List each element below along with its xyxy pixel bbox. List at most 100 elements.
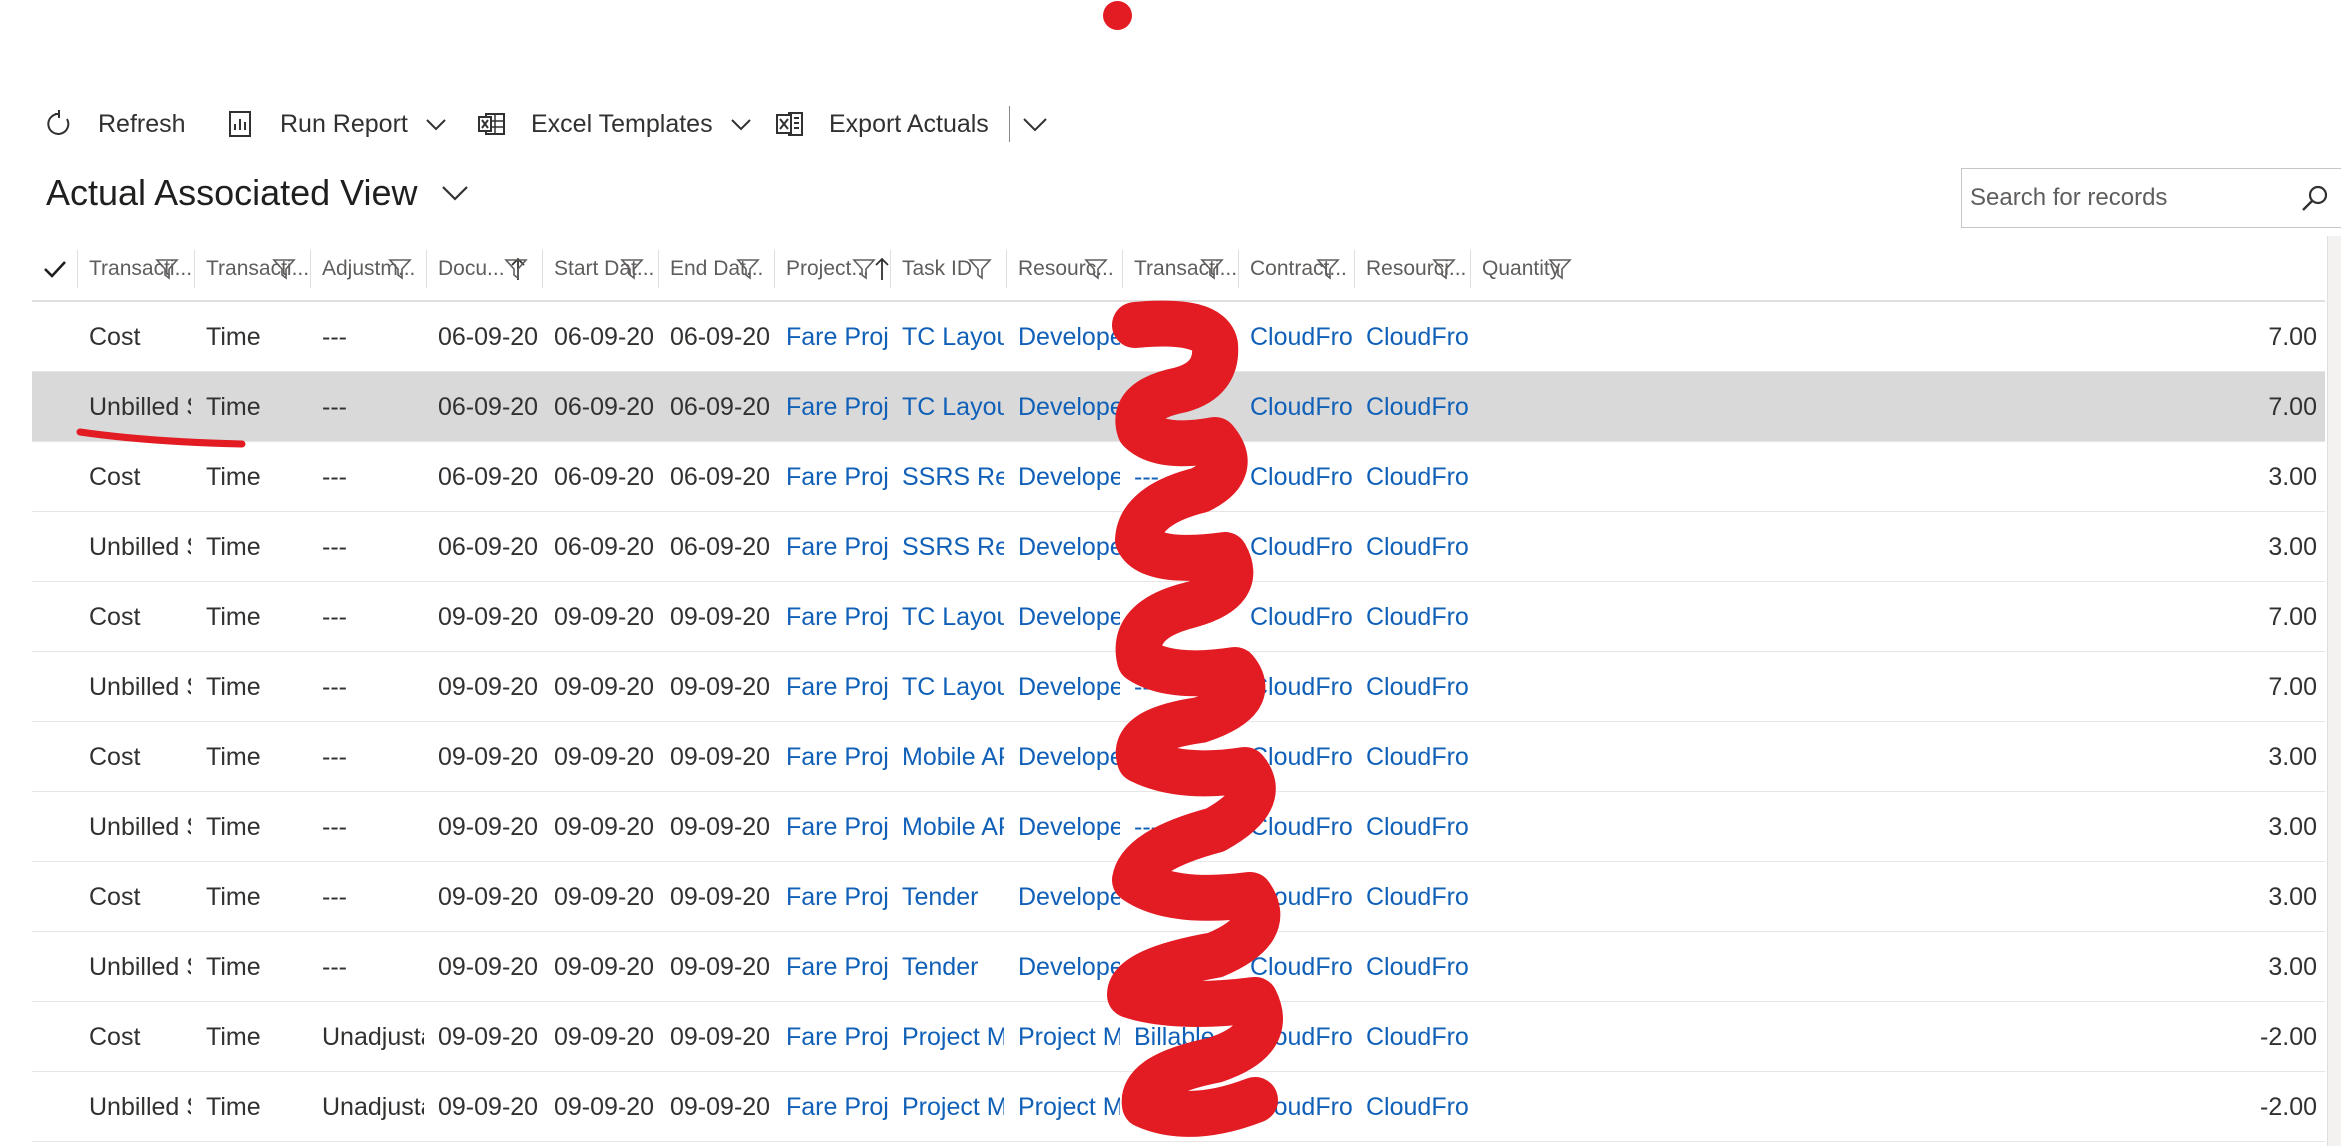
cell-task-id[interactable]: Mobile API (902, 792, 1004, 862)
filter-icon[interactable] (852, 257, 876, 281)
export-actuals-button[interactable]: Export Actuals (775, 96, 989, 152)
view-selector[interactable]: Actual Associated View (46, 172, 470, 214)
cell-contract[interactable]: CloudFronts M (1250, 442, 1352, 512)
cell-transaction-classification[interactable]: --- (1134, 582, 1236, 652)
filter-icon[interactable] (1316, 257, 1340, 281)
cell-project[interactable]: Fare Project - (786, 1002, 888, 1072)
cell-contract[interactable]: CloudFronts M (1250, 652, 1352, 722)
refresh-button[interactable]: Refresh (44, 96, 186, 152)
column-header-project[interactable]: Project... (786, 238, 890, 300)
cell-contract[interactable]: CloudFronts M (1250, 932, 1352, 1002)
column-divider[interactable] (542, 250, 543, 288)
cell-task-id[interactable]: SSRS Reports (902, 442, 1004, 512)
cell-contract[interactable]: CloudFronts M (1250, 512, 1352, 582)
column-header-quantity[interactable]: Quantity (1482, 238, 1586, 300)
more-commands-chevron-icon[interactable] (1020, 112, 1050, 136)
column-divider[interactable] (1354, 250, 1355, 288)
cell-transaction-classification[interactable]: --- (1134, 302, 1236, 372)
filter-icon[interactable] (736, 257, 760, 281)
column-divider[interactable] (1006, 250, 1007, 288)
filter-icon[interactable] (504, 257, 528, 281)
column-divider[interactable] (1122, 250, 1123, 288)
filter-icon[interactable] (1200, 257, 1224, 281)
table-row[interactable]: Cost Time --- 06-09-2019 06-09-201... 06-09-2… (32, 442, 2325, 512)
column-header-resourcing-unit[interactable]: Resourci... (1366, 238, 1470, 300)
cell-resource-role[interactable]: Developer (1018, 302, 1120, 372)
cell-transaction-classification[interactable]: --- (1134, 862, 1236, 932)
cell-resourcing-unit[interactable]: CloudFronts M (1366, 1072, 1468, 1142)
cell-contract[interactable]: CloudFronts M (1250, 792, 1352, 862)
table-row[interactable]: Unbilled S... Time Unadjusta... 09-09-2019 0… (32, 1072, 2325, 1142)
column-header-transaction-type[interactable]: Transacti... (89, 238, 193, 300)
cell-task-id[interactable]: TC Layout (902, 582, 1004, 652)
cell-task-id[interactable]: Tender (902, 862, 1004, 932)
cell-contract[interactable]: CloudFronts M (1250, 1002, 1352, 1072)
cell-project[interactable]: Fare Projects - (786, 302, 888, 372)
cell-resource-role[interactable]: Developer (1018, 932, 1120, 1002)
column-header-adjustment-status[interactable]: Adjustm... (322, 238, 426, 300)
cell-project[interactable]: Fare Project - (786, 722, 888, 792)
cell-project[interactable]: Fare Project - (786, 652, 888, 722)
cell-resourcing-unit[interactable]: CloudFronts M (1366, 582, 1468, 652)
cell-resourcing-unit[interactable]: CloudFronts M (1366, 372, 1468, 442)
table-row[interactable]: Cost Time --- 09-09-2019 09-09-201... 09-09-2… (32, 862, 2325, 932)
cell-contract[interactable]: CloudFronts M (1250, 722, 1352, 792)
filter-icon[interactable] (1432, 257, 1456, 281)
cell-transaction-classification[interactable]: --- (1134, 932, 1236, 1002)
cell-resourcing-unit[interactable]: CloudFronts M (1366, 512, 1468, 582)
cell-contract[interactable]: CloudFronts M (1250, 862, 1352, 932)
column-header-contract[interactable]: Contract... (1250, 238, 1354, 300)
cell-resourcing-unit[interactable]: CloudFronts M (1366, 862, 1468, 932)
cell-resource-role[interactable]: Developer (1018, 442, 1120, 512)
cell-task-id[interactable]: TC Layout (902, 302, 1004, 372)
cell-contract[interactable]: CloudFronts M (1250, 302, 1352, 372)
filter-icon[interactable] (155, 257, 179, 281)
table-row[interactable]: Unbilled S... Time --- 09-09-2019 09-09-201.… (32, 792, 2325, 862)
filter-icon[interactable] (272, 257, 296, 281)
select-all-checkmark-icon[interactable] (42, 256, 68, 282)
column-divider[interactable] (1470, 250, 1471, 288)
table-row[interactable]: Cost Time Unadjusta... 09-09-2019 09-09-201.… (32, 1002, 2325, 1072)
column-divider[interactable] (426, 250, 427, 288)
cell-resource-role[interactable]: Developer (1018, 372, 1120, 442)
cell-transaction-classification[interactable]: --- (1134, 512, 1236, 582)
cell-resource-role[interactable]: Developer (1018, 722, 1120, 792)
cell-task-id[interactable]: TC Layout (902, 652, 1004, 722)
cell-task-id[interactable]: Project Manage (902, 1002, 1004, 1072)
excel-templates-button[interactable]: Excel Templates (477, 96, 753, 152)
column-divider[interactable] (194, 250, 195, 288)
cell-task-id[interactable]: Mobile API (902, 722, 1004, 792)
cell-project[interactable]: Fare Project - (786, 442, 888, 512)
cell-project[interactable]: Fare Project - (786, 932, 888, 1002)
cell-contract[interactable]: CloudFronts M (1250, 372, 1352, 442)
cell-project[interactable]: Fare Project - (786, 582, 888, 652)
filter-icon[interactable] (1084, 257, 1108, 281)
cell-resourcing-unit[interactable]: CloudFronts M (1366, 932, 1468, 1002)
cell-resourcing-unit[interactable]: CloudFronts M (1366, 652, 1468, 722)
table-row[interactable]: Cost Time --- 09-09-2019 09-09-201... 09-09-2… (32, 722, 2325, 792)
column-divider[interactable] (310, 250, 311, 288)
cell-project[interactable]: Fare Project - (786, 792, 888, 862)
column-divider[interactable] (774, 250, 775, 288)
column-divider[interactable] (77, 250, 78, 288)
cell-transaction-classification[interactable]: --- (1134, 372, 1236, 442)
cell-transaction-classification[interactable]: --- (1134, 722, 1236, 792)
filter-icon[interactable] (388, 257, 412, 281)
cell-resource-role[interactable]: Project Manage (1018, 1002, 1120, 1072)
column-header-end-date[interactable]: End Dat... (670, 238, 774, 300)
cell-resourcing-unit[interactable]: CloudFronts M (1366, 302, 1468, 372)
column-header-document-date[interactable]: Docu... (438, 238, 542, 300)
cell-resource-role[interactable]: Developer (1018, 652, 1120, 722)
cell-project[interactable]: Fare Project - (786, 372, 888, 442)
vertical-scrollbar[interactable] (2327, 236, 2341, 1146)
cell-contract[interactable]: CloudFronts M (1250, 582, 1352, 652)
table-row[interactable]: Unbilled S... Time --- 06-09-2019 06-09-201.… (32, 512, 2325, 582)
column-divider[interactable] (1238, 250, 1239, 288)
cell-transaction-classification[interactable]: --- (1134, 652, 1236, 722)
cell-resourcing-unit[interactable]: CloudFronts M (1366, 1002, 1468, 1072)
cell-resourcing-unit[interactable]: CloudFronts M (1366, 792, 1468, 862)
search-icon[interactable] (2300, 184, 2330, 214)
cell-transaction-classification[interactable]: Billable - Intern (1134, 1072, 1236, 1142)
cell-resource-role[interactable]: Developer (1018, 512, 1120, 582)
cell-project[interactable]: Fare Project - (786, 512, 888, 582)
